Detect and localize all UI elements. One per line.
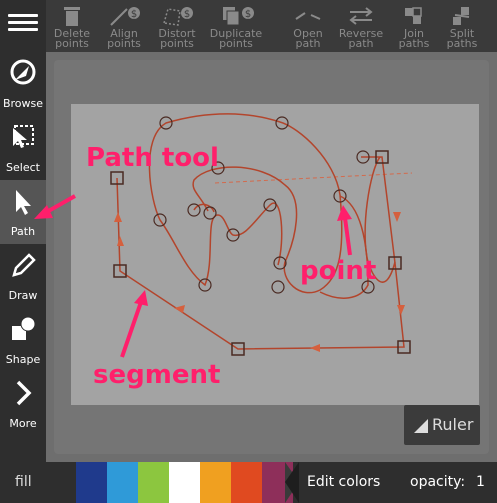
color-swatch[interactable] — [138, 462, 169, 503]
browse-icon — [10, 59, 36, 85]
sidebar-item-label: Path — [10, 225, 36, 238]
duplicate-points-button[interactable]: $ Duplicate points — [208, 0, 264, 52]
delete-points-button[interactable]: Delete points — [52, 0, 92, 52]
split-paths-button[interactable]: Split paths — [442, 0, 482, 52]
toolbar-label: paths — [398, 37, 430, 50]
svg-text:$: $ — [245, 9, 251, 20]
svg-text:$: $ — [184, 9, 190, 20]
duplicate-icon: $ — [223, 7, 254, 26]
sidebar-item-label: Draw — [8, 289, 38, 302]
toolbar-label: points — [219, 37, 253, 50]
chevron-right-icon — [16, 380, 32, 406]
color-swatch[interactable] — [107, 462, 138, 503]
align-points-button[interactable]: $ Align points — [104, 0, 144, 52]
distort-points-button[interactable]: $ Distort points — [154, 0, 200, 52]
toolbar: Delete points $ Align points $ Distort p… — [46, 0, 497, 52]
reverse-arrows-icon — [349, 7, 373, 25]
toolbar-label: path — [295, 37, 321, 50]
color-swatch[interactable] — [169, 462, 200, 503]
sidebar: Browse Select Path Draw Shape More — [0, 0, 46, 462]
sidebar-item-label: Browse — [2, 97, 44, 110]
open-path-icon — [295, 12, 321, 20]
join-paths-button[interactable]: Join paths — [394, 0, 434, 52]
sidebar-item-browse[interactable]: Browse — [0, 52, 46, 116]
path-cursor-icon — [16, 190, 31, 215]
ruler-icon — [414, 419, 428, 433]
split-paths-icon — [453, 7, 470, 25]
trash-icon — [64, 7, 80, 26]
edit-colors-button[interactable]: Edit colors — [307, 474, 380, 490]
open-path-button[interactable]: Open path — [288, 0, 328, 52]
align-points-icon: $ — [110, 7, 140, 26]
fill-label[interactable]: fill — [15, 474, 32, 490]
swatch-scroll-icon[interactable] — [285, 462, 299, 503]
sidebar-item-more[interactable]: More — [0, 372, 46, 436]
sidebar-item-label: Shape — [5, 353, 41, 366]
hamburger-menu-icon[interactable] — [8, 10, 38, 34]
toolbar-label: points — [107, 37, 141, 50]
ruler-button[interactable]: Ruler — [404, 405, 480, 445]
sidebar-item-select[interactable]: Select — [0, 116, 46, 180]
sidebar-item-path[interactable]: Path — [0, 180, 46, 244]
pencil-icon — [12, 253, 36, 277]
color-swatch[interactable] — [200, 462, 231, 503]
path-tool-callout: Path tool — [86, 143, 219, 173]
sidebar-item-label: More — [9, 417, 37, 430]
toolbar-label: path — [348, 37, 374, 50]
join-paths-icon — [405, 7, 422, 24]
toolbar-label: paths — [446, 37, 478, 50]
point-callout: point — [300, 256, 377, 286]
reverse-path-button[interactable]: Reverse path — [338, 0, 384, 52]
distort-points-icon: $ — [163, 7, 193, 26]
select-icon — [13, 125, 34, 148]
sidebar-item-shape[interactable]: Shape — [0, 308, 46, 372]
opacity-label: opacity: — [410, 474, 466, 490]
toolbar-label: points — [160, 37, 194, 50]
color-swatch[interactable] — [76, 462, 107, 503]
sidebar-item-label: Select — [6, 161, 40, 174]
ruler-label: Ruler — [432, 415, 474, 434]
opacity-value[interactable]: 1 — [476, 474, 485, 490]
shape-icon — [12, 316, 36, 340]
color-swatch[interactable] — [231, 462, 262, 503]
toolbar-label: points — [55, 37, 89, 50]
svg-text:$: $ — [131, 9, 137, 20]
segment-callout: segment — [93, 360, 221, 390]
bottom-bar: fill Edit colors opacity: 1 — [0, 462, 497, 503]
sidebar-item-draw[interactable]: Draw — [0, 244, 46, 308]
